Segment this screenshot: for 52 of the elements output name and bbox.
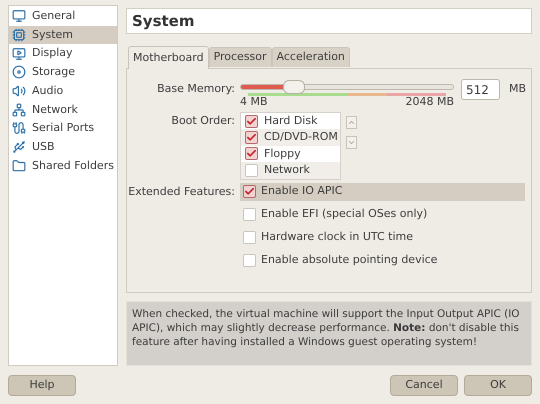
field-label: Extended Features: xyxy=(127,184,236,200)
page-header: System xyxy=(126,8,532,34)
display-icon xyxy=(12,46,26,61)
sidebar-item[interactable]: USB xyxy=(9,138,117,156)
slider-thumb[interactable] xyxy=(283,80,305,94)
tab[interactable]: Motherboard xyxy=(128,46,209,69)
tab[interactable]: Processor xyxy=(208,47,272,67)
description-text: When checked, the virtual machine will support the Input Output APIC (IO APIC), which may slightly decrease performance. Note: don't disable this feature after having installed a Windows guest operating system! xyxy=(126,301,532,366)
network-icon xyxy=(12,102,26,117)
ok-button[interactable]: OK xyxy=(464,375,532,396)
usb-icon xyxy=(12,140,26,154)
sidebar-item[interactable]: Serial Ports xyxy=(9,119,117,138)
sidebar-item[interactable]: Network xyxy=(9,100,117,120)
tab[interactable]: Acceleration xyxy=(272,47,350,67)
move-up-button[interactable] xyxy=(346,116,357,129)
checkbox[interactable] xyxy=(243,208,256,222)
checkbox[interactable] xyxy=(243,185,256,198)
boot-device-item[interactable]: Hard Disk xyxy=(241,113,340,130)
boot-device-item[interactable]: Network xyxy=(241,162,340,179)
folder-icon xyxy=(12,158,26,173)
min-label: 4 MB xyxy=(240,96,268,108)
checkbox[interactable] xyxy=(245,147,258,160)
sidebar-item[interactable]: Shared Folders xyxy=(9,156,117,176)
sidebar-item[interactable]: Storage xyxy=(9,63,117,82)
cable-icon xyxy=(12,121,26,136)
checkbox[interactable] xyxy=(243,254,256,268)
field-label: Base Memory: xyxy=(156,81,236,97)
sidebar-item[interactable]: System xyxy=(9,26,117,44)
unit-label: MB xyxy=(509,81,526,97)
feature-option[interactable]: Enable IO APIC xyxy=(240,182,525,201)
memory-field[interactable]: 512 xyxy=(461,79,500,100)
monitor-icon xyxy=(12,9,26,24)
feature-option[interactable]: Enable EFI (special OSes only) xyxy=(240,206,525,224)
chip-icon xyxy=(12,28,26,42)
feature-option[interactable]: Enable absolute pointing device xyxy=(240,252,525,270)
checkbox[interactable] xyxy=(245,164,258,177)
sidebar-item[interactable]: General xyxy=(9,7,117,26)
max-label: 2048 MB xyxy=(405,96,454,108)
disk-icon xyxy=(12,65,26,80)
boot-device-item[interactable]: Floppy xyxy=(241,146,340,162)
checkbox[interactable] xyxy=(245,131,258,144)
speaker-icon xyxy=(12,84,26,98)
checkbox[interactable] xyxy=(245,114,258,128)
sidebar-item[interactable]: Audio xyxy=(9,82,117,100)
cancel-button[interactable]: Cancel xyxy=(390,375,458,396)
feature-option[interactable]: Hardware clock in UTC time xyxy=(240,228,525,247)
field-label: Boot Order: xyxy=(170,113,236,129)
sidebar-item[interactable]: Display xyxy=(9,44,117,64)
checkbox[interactable] xyxy=(243,231,256,244)
move-down-button[interactable] xyxy=(346,136,357,149)
boot-device-item[interactable]: CD/DVD-ROM xyxy=(241,129,340,146)
help-button[interactable]: Help xyxy=(8,375,76,396)
